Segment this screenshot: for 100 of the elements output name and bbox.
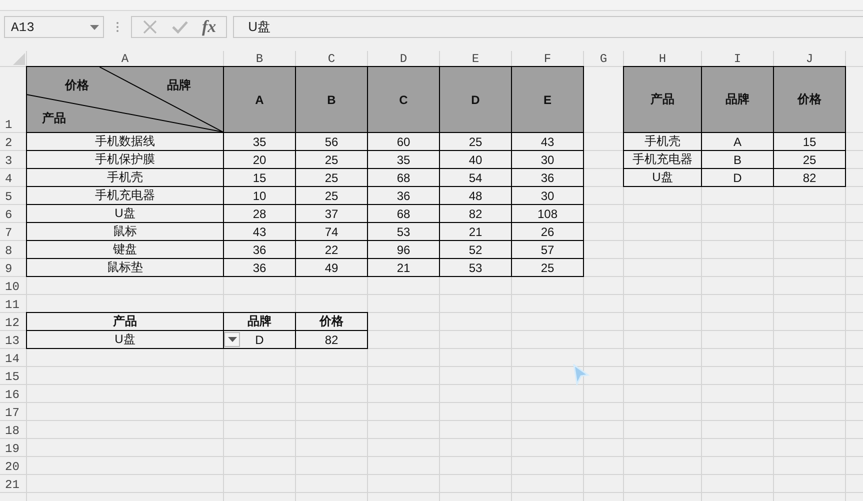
table-cell: U盘 [624,169,702,187]
table-cell: 40 [440,151,512,169]
table-cell: 15 [224,169,296,187]
table-cell: 43 [224,223,296,241]
table-cell: 20 [224,151,296,169]
header-cell: 产品 [624,67,702,133]
table-cell: 36 [368,187,440,205]
row-header[interactable]: 20 [0,457,27,475]
table-cell: 21 [440,223,512,241]
caret-icon [90,24,99,30]
insert-function-button[interactable]: fx [202,17,216,37]
header-cell: 品牌 [224,313,296,331]
table-cell: 15 [774,133,846,151]
dropdown-button[interactable] [224,332,240,347]
table-cell: 56 [296,133,368,151]
header-cell: 产品 [27,313,224,331]
row-header[interactable]: 16 [0,385,27,403]
table-cell: 25 [296,169,368,187]
name-box[interactable]: A13 [4,16,104,38]
table-cell: D [702,169,774,187]
table-cell: 28 [224,205,296,223]
table-cell: 手机数据线 [27,133,224,151]
row-header[interactable]: 13 [0,331,27,349]
table-cell: 25 [774,151,846,169]
column-header[interactable]: F [512,51,584,67]
select-all-icon[interactable] [13,53,25,65]
table-cell: 57 [512,241,584,259]
row-header[interactable]: 6 [0,205,27,223]
table-cell: 手机保护膜 [27,151,224,169]
table-cell: 手机充电器 [27,187,224,205]
table-cell: 25 [512,259,584,277]
header-cell: 价格 [774,67,846,133]
row-header[interactable]: 17 [0,403,27,421]
table-cell: U盘 [27,331,224,349]
table-cell: 鼠标垫 [27,259,224,277]
table-cell: 键盘 [27,241,224,259]
cancel-icon[interactable] [142,19,158,35]
table-cell: 74 [296,223,368,241]
column-header[interactable]: C [296,51,368,67]
table-cell: 36 [224,241,296,259]
column-header[interactable]: E [440,51,512,67]
header-cell: D [440,67,512,133]
row-header[interactable]: 9 [0,259,27,277]
check-icon[interactable] [172,19,188,35]
row-header[interactable]: 2 [0,133,27,151]
table-cell: 108 [512,205,584,223]
table-cell: 手机充电器 [624,151,702,169]
table-cell: D [255,332,264,346]
table-cell: 82 [774,169,846,187]
column-header[interactable]: J [774,51,846,67]
table-cell: 26 [512,223,584,241]
row-header[interactable]: 19 [0,439,27,457]
formula-field[interactable]: U盘 [233,16,863,38]
table-cell: 10 [224,187,296,205]
column-header[interactable]: H [624,51,702,67]
row-header[interactable]: 18 [0,421,27,439]
table-cell: 43 [512,133,584,151]
table-cell: 68 [368,169,440,187]
pointer-cursor-icon [572,364,590,386]
row-header[interactable]: 15 [0,367,27,385]
row-header[interactable]: 10 [0,277,27,295]
table-cell: 36 [224,259,296,277]
table-cell: 82 [296,331,368,349]
table-cell: 30 [512,151,584,169]
column-header[interactable]: I [702,51,774,67]
row-header[interactable]: 14 [0,349,27,367]
drag-handle-icon[interactable] [116,21,119,33]
column-header[interactable]: B [224,51,296,67]
row-header[interactable]: 8 [0,241,27,259]
table-cell: 52 [440,241,512,259]
row-header[interactable]: 11 [0,295,27,313]
table-cell: 68 [368,205,440,223]
row-header[interactable]: 3 [0,151,27,169]
row-header[interactable]: 4 [0,169,27,187]
table-cell: 手机壳 [27,169,224,187]
row-header[interactable]: 21 [0,475,27,493]
table-cell: 96 [368,241,440,259]
table-cell: 82 [440,205,512,223]
table-cell: 22 [296,241,368,259]
table-cell: 37 [296,205,368,223]
header-label: 产品 [42,110,66,127]
table-cell: 35 [224,133,296,151]
table-cell: A [702,133,774,151]
column-header[interactable]: D [368,51,440,67]
table-cell: U盘 [27,205,224,223]
table-cell: 53 [368,223,440,241]
table-cell: 25 [440,133,512,151]
row-header[interactable]: 7 [0,223,27,241]
caret-icon [228,337,236,342]
row-header[interactable]: 12 [0,313,27,331]
row-header[interactable]: 5 [0,187,27,205]
table-cell: B [702,151,774,169]
column-header[interactable]: A [27,51,224,67]
header-label: 价格 [65,77,89,94]
header-cell: A [224,67,296,133]
header-cell: E [512,67,584,133]
table-cell: 49 [296,259,368,277]
header-cell: 价格 [296,313,368,331]
table-cell: 21 [368,259,440,277]
table-cell: 48 [440,187,512,205]
